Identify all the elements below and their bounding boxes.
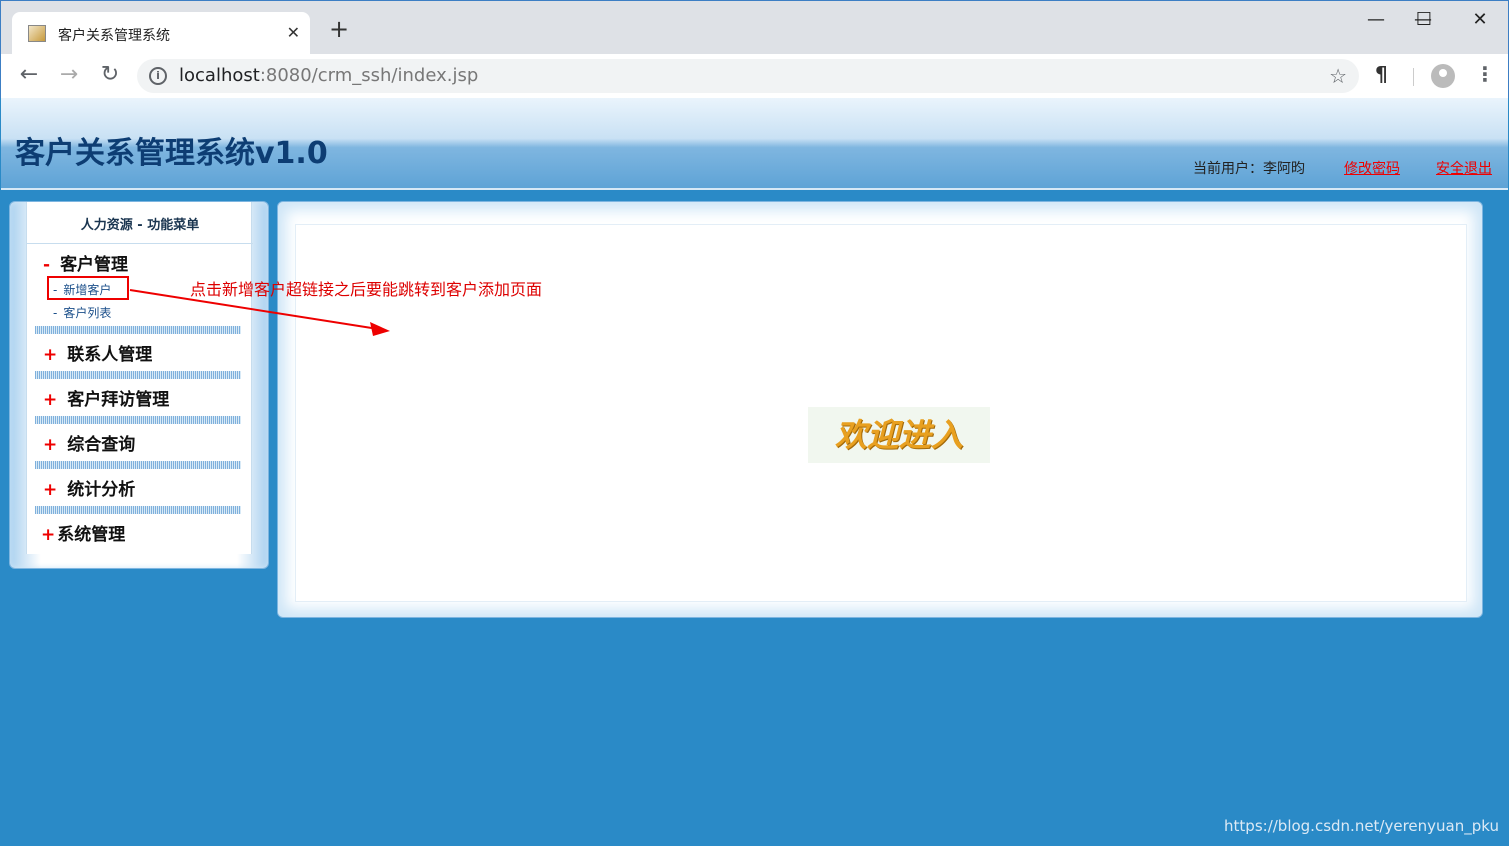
tab-close-icon[interactable]: ✕ xyxy=(287,23,300,42)
tab-title: 客户关系管理系统 xyxy=(58,28,170,44)
window-close-icon[interactable]: ✕ xyxy=(1465,9,1495,30)
annotation-text: 点击新增客户超链接之后要能跳转到客户添加页面 xyxy=(190,280,543,299)
menu-divider xyxy=(35,371,241,379)
current-user-label: 当前用户：李阿昀 xyxy=(1193,161,1305,177)
site-favicon-icon xyxy=(28,25,46,42)
left-menu: 人力资源 - 功能菜单 - 客户管理 - 新增客户 - 客户列表 + 联系人管理 + 客户… xyxy=(26,202,253,554)
forward-icon[interactable]: → xyxy=(55,62,83,87)
menu-divider xyxy=(35,506,241,514)
menu-heading-divider xyxy=(27,243,253,244)
menu-group-system[interactable]: + 系统管理 xyxy=(41,520,125,545)
menu-item-label: 新增客户 xyxy=(63,283,112,297)
profile-avatar-icon[interactable] xyxy=(1431,64,1455,88)
menu-divider xyxy=(35,326,241,334)
menu-group-label: 系统管理 xyxy=(57,525,126,545)
browser-toolbar: ← → ↻ i localhost:8080/crm_ssh/index.jsp… xyxy=(0,54,1509,98)
logout-link[interactable]: 安全退出 xyxy=(1436,158,1492,178)
change-password-link[interactable]: 修改密码 xyxy=(1344,158,1400,178)
expand-icon: + xyxy=(43,390,58,410)
menu-divider xyxy=(35,461,241,469)
menu-divider xyxy=(35,416,241,424)
expand-icon: + xyxy=(43,345,58,365)
bullet-dash: - xyxy=(53,306,58,320)
menu-group-customer[interactable]: - 客户管理 xyxy=(43,250,128,275)
menu-item-label: 客户列表 xyxy=(63,306,112,320)
menu-group-label: 客户拜访管理 xyxy=(67,390,170,410)
menu-group-visits[interactable]: + 客户拜访管理 xyxy=(43,385,169,410)
menu-group-label: 联系人管理 xyxy=(67,345,153,365)
watermark: https://blog.csdn.net/yerenyuan_pku xyxy=(1224,817,1499,835)
new-tab-button[interactable]: + xyxy=(329,17,349,41)
collapse-icon: - xyxy=(43,255,51,275)
url-host: localhost xyxy=(179,65,260,86)
menu-item-customer-list[interactable]: - 客户列表 xyxy=(53,304,111,321)
menu-group-label: 客户管理 xyxy=(60,255,129,275)
expand-icon: + xyxy=(41,525,56,545)
browser-tab-bar: 客户关系管理系统 ✕ + — — ☐ ✕ xyxy=(0,0,1509,55)
menu-group-query[interactable]: + 综合查询 xyxy=(43,430,135,455)
url-path: :8080/crm_ssh/index.jsp xyxy=(259,65,479,86)
main-content-panel: 欢迎进入 xyxy=(277,201,1483,618)
left-menu-panel: 人力资源 - 功能菜单 - 客户管理 - 新增客户 - 客户列表 + 联系人管理 + 客户… xyxy=(9,201,269,569)
site-info-icon[interactable]: i xyxy=(149,67,167,85)
menu-group-statistics[interactable]: + 统计分析 xyxy=(43,475,135,500)
menu-group-label: 统计分析 xyxy=(67,480,136,500)
page-header: 客户关系管理系统v1.0 当前用户：李阿昀 修改密码 安全退出 xyxy=(1,98,1508,190)
reload-icon[interactable]: ↻ xyxy=(96,62,124,87)
menu-group-contacts[interactable]: + 联系人管理 xyxy=(43,340,152,365)
address-bar[interactable]: i localhost:8080/crm_ssh/index.jsp ☆ xyxy=(137,59,1359,93)
back-icon[interactable]: ← xyxy=(15,62,43,87)
expand-icon: + xyxy=(43,435,58,455)
extension-icon[interactable]: ¶ xyxy=(1375,62,1388,86)
welcome-banner: 欢迎进入 xyxy=(808,407,990,463)
toolbar-divider xyxy=(1413,68,1414,86)
minimize-icon[interactable]: — xyxy=(1361,9,1391,30)
menu-heading: 人力资源 - 功能菜单 xyxy=(80,218,200,233)
url-text[interactable]: localhost:8080/crm_ssh/index.jsp xyxy=(179,65,478,86)
browser-tab[interactable]: 客户关系管理系统 ✕ xyxy=(12,12,310,55)
expand-icon: + xyxy=(43,480,58,500)
maximize-icon[interactable]: ☐ xyxy=(1409,9,1439,30)
menu-group-label: 综合查询 xyxy=(67,435,136,455)
bookmark-star-icon[interactable]: ☆ xyxy=(1329,64,1347,88)
system-title: 客户关系管理系统v1.0 xyxy=(15,136,328,171)
browser-menu-icon[interactable]: ⋮ xyxy=(1475,62,1495,86)
menu-item-add-customer[interactable]: - 新增客户 xyxy=(53,281,111,298)
bullet-dash: - xyxy=(53,283,58,297)
